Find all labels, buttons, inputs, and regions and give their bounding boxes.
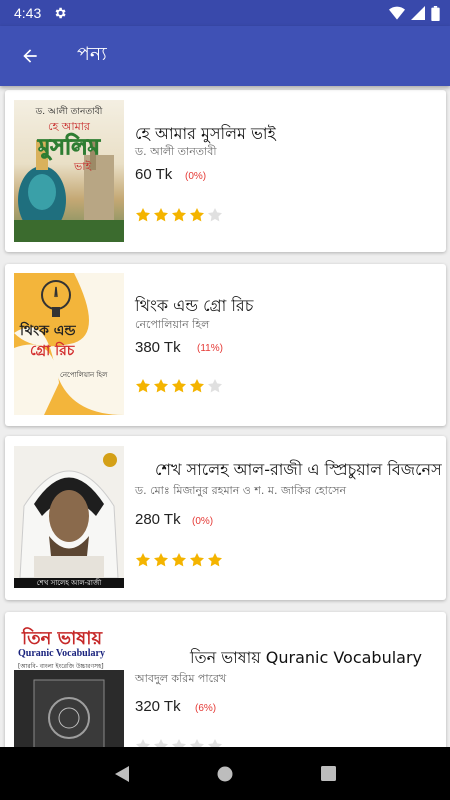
rating-stars bbox=[135, 552, 223, 568]
app-bar: পন্য bbox=[0, 26, 450, 86]
status-time: 4:43 bbox=[14, 5, 42, 21]
star-filled-icon bbox=[136, 553, 150, 567]
book-discount: (11%) bbox=[197, 343, 223, 354]
book-author: নেপোলিয়ান হিল bbox=[135, 318, 210, 331]
product-card[interactable]: শেখ সালেহ আল-রাজী শেখ সালেহ আল-রাজী এ স্… bbox=[5, 436, 446, 600]
cover-title-line2: গ্রো রিচ bbox=[30, 343, 75, 359]
book-title[interactable]: শেখ সালেহ আল-রাজী এ স্প্রিচুয়াল বিজনেস bbox=[155, 457, 442, 484]
star-filled-icon bbox=[208, 553, 222, 567]
star-empty-icon bbox=[154, 739, 168, 747]
book-cover: শেখ সালেহ আল-রাজী bbox=[14, 446, 124, 588]
book-title[interactable]: তিন ভাষায় Quranic Vocabulary bbox=[190, 645, 422, 672]
rating-stars bbox=[135, 378, 223, 394]
star-empty-icon bbox=[136, 739, 150, 747]
signal-icon bbox=[411, 6, 425, 20]
book-price: 380 Tk bbox=[135, 339, 181, 356]
book-cover: তিন ভাষায় Quranic Vocabulary [আরবি- বাং… bbox=[14, 622, 124, 747]
cover-tagline: [আরবি- বাংলা ইংরেজি উচ্চারণসহ] bbox=[18, 663, 104, 670]
star-filled-icon bbox=[154, 208, 168, 222]
book-author: ড. আলী তানতাবী bbox=[135, 145, 217, 158]
rating-stars bbox=[135, 738, 223, 747]
product-card[interactable]: থিংক এন্ড গ্রো রিচ নেপোলিয়ান হিল থিংক এ… bbox=[5, 264, 446, 426]
book-discount: (0%) bbox=[192, 516, 214, 527]
product-list[interactable]: ড. আলী তানতাবী হে আমার মুসলিম ভাই হে আমা… bbox=[0, 86, 450, 747]
star-empty-icon bbox=[208, 208, 222, 222]
star-filled-icon bbox=[154, 379, 168, 393]
star-filled-icon bbox=[136, 379, 150, 393]
nav-home-icon[interactable] bbox=[217, 766, 233, 782]
back-button[interactable] bbox=[0, 26, 60, 86]
book-author: ড. মোঃ মিজানুর রহমান ও শ. ম. জাকির হোসেন bbox=[135, 484, 347, 497]
book-price: 280 Tk bbox=[135, 511, 181, 528]
settings-icon bbox=[55, 7, 66, 19]
system-navigation-bar bbox=[0, 747, 450, 800]
cover-title-big: মুসলিম bbox=[38, 135, 101, 161]
rating-stars bbox=[135, 207, 223, 223]
star-filled-icon bbox=[136, 208, 150, 222]
star-filled-icon bbox=[172, 208, 186, 222]
star-filled-icon bbox=[172, 553, 186, 567]
star-empty-icon bbox=[208, 739, 222, 747]
book-price: 60 Tk bbox=[135, 166, 173, 183]
battery-icon bbox=[431, 5, 440, 21]
book-author: আবদুল করিম পারেখ bbox=[135, 672, 227, 685]
product-card[interactable]: ড. আলী তানতাবী হে আমার মুসলিম ভাই হে আমা… bbox=[5, 90, 446, 252]
star-filled-icon bbox=[172, 379, 186, 393]
cover-caption: শেখ সালেহ আল-রাজী bbox=[36, 579, 102, 587]
star-empty-icon bbox=[172, 739, 186, 747]
cover-subtitle-text: Quranic Vocabulary bbox=[18, 648, 105, 659]
cover-title-bottom: ভাই bbox=[74, 160, 92, 173]
product-card[interactable]: তিন ভাষায় Quranic Vocabulary [আরবি- বাং… bbox=[5, 612, 446, 747]
star-empty-icon bbox=[190, 739, 204, 747]
nav-recents-icon[interactable] bbox=[321, 766, 337, 781]
book-cover: থিংক এন্ড গ্রো রিচ নেপোলিয়ান হিল bbox=[14, 273, 124, 415]
status-bar: 4:43 bbox=[0, 0, 450, 26]
nav-back-icon[interactable] bbox=[114, 765, 130, 783]
wifi-icon bbox=[389, 6, 405, 20]
star-filled-icon bbox=[190, 208, 204, 222]
star-filled-icon bbox=[190, 379, 204, 393]
cover-author-text: নেপোলিয়ান হিল bbox=[60, 371, 108, 379]
book-price: 320 Tk bbox=[135, 698, 181, 715]
page-title: পন্য bbox=[77, 44, 107, 65]
book-discount: (0%) bbox=[185, 171, 207, 182]
star-empty-icon bbox=[208, 379, 222, 393]
arrow-back-icon bbox=[23, 49, 37, 63]
star-filled-icon bbox=[190, 553, 204, 567]
book-cover: ড. আলী তানতাবী হে আমার মুসলিম ভাই bbox=[14, 100, 124, 242]
cover-author-text: ড. আলী তানতাবী bbox=[35, 107, 103, 117]
book-discount: (6%) bbox=[195, 703, 217, 714]
star-filled-icon bbox=[154, 553, 168, 567]
